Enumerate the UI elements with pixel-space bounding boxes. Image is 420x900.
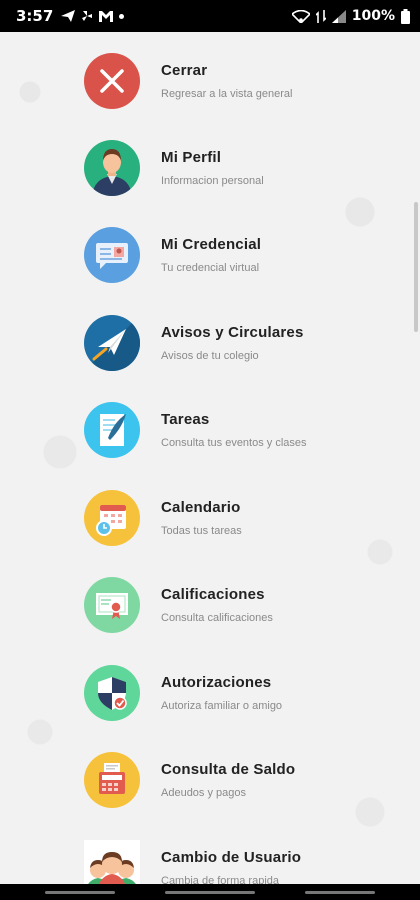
menu-item-switch-user[interactable]: Cambio de Usuario Cambia de forma rapida [84,840,384,884]
cash-register-icon [84,752,140,808]
paper-plane-icon [84,315,140,371]
menu-item-title: Cerrar [161,62,208,79]
menu-item-notices[interactable]: Avisos y Circulares Avisos de tu colegio [84,315,384,371]
status-bar: 3:57 100% [0,0,420,32]
status-time: 3:57 [16,7,54,25]
menu-item-subtitle: Consulta tus eventos y clases [161,437,307,449]
menu-item-authorizations[interactable]: Autorizaciones Autoriza familiar o amigo [84,665,384,721]
notification-icons [61,10,125,22]
id-card-icon [84,227,140,283]
menu-item-title: Consulta de Saldo [161,761,296,778]
menu-item-close[interactable]: Cerrar Regresar a la vista general [84,53,384,109]
menu-item-subtitle: Consulta calificaciones [161,612,273,624]
profile-icon [84,140,140,196]
menu-item-credential[interactable]: Mi Credencial Tu credencial virtual [84,227,384,283]
menu-item-title: Calificaciones [161,586,265,603]
menu-item-subtitle: Tu credencial virtual [161,262,260,274]
switch-user-icon [84,840,140,884]
menu-item-title: Avisos y Circulares [161,324,304,341]
scroll-indicator[interactable] [414,202,418,332]
menu-item-calendar[interactable]: Calendario Todas tus tareas [84,490,384,546]
menu-item-subtitle: Regresar a la vista general [161,88,293,100]
menu-item-title: Tareas [161,411,210,428]
nav-recents-handle[interactable] [45,890,115,894]
homework-icon [84,402,140,458]
close-icon [84,53,140,109]
navigation-bar [0,884,420,900]
status-bar-right: 100% [291,8,410,24]
signal-icon [331,9,346,23]
menu-item-subtitle: Cambia de forma rapida [161,875,280,884]
menu-item-subtitle: Todas tus tareas [161,525,242,537]
fan-icon [82,11,93,21]
menu-item-grades[interactable]: Calificaciones Consulta calificaciones [84,577,384,633]
nav-home-handle[interactable] [165,890,255,894]
side-menu: Cerrar Regresar a la vista general Mi Pe… [0,32,420,884]
menu-item-title: Calendario [161,499,241,516]
menu-item-homework[interactable]: Tareas Consulta tus eventos y clases [84,402,384,458]
data-icon [315,9,326,23]
battery-level: 100% [351,8,395,24]
menu-item-profile[interactable]: Mi Perfil Informacion personal [84,140,384,196]
calendar-icon [84,490,140,546]
certificate-icon [84,577,140,633]
more-notifications-dot [119,13,125,19]
send-icon [61,10,76,22]
menu-item-title: Mi Credencial [161,236,262,253]
menu-item-subtitle: Autoriza familiar o amigo [161,700,283,712]
menu-item-balance[interactable]: Consulta de Saldo Adeudos y pagos [84,752,384,808]
menu-item-title: Autorizaciones [161,674,272,691]
menu-item-title: Cambio de Usuario [161,849,302,866]
battery-icon [401,8,410,24]
shield-icon [84,665,140,721]
menu-item-subtitle: Informacion personal [161,175,264,187]
status-bar-left: 3:57 [16,7,125,25]
menu-item-subtitle: Adeudos y pagos [161,787,247,799]
nav-back-handle[interactable] [305,890,375,894]
wifi-icon [291,9,310,23]
gmail-icon [99,10,114,22]
menu-item-title: Mi Perfil [161,149,222,166]
menu-item-subtitle: Avisos de tu colegio [161,350,259,362]
